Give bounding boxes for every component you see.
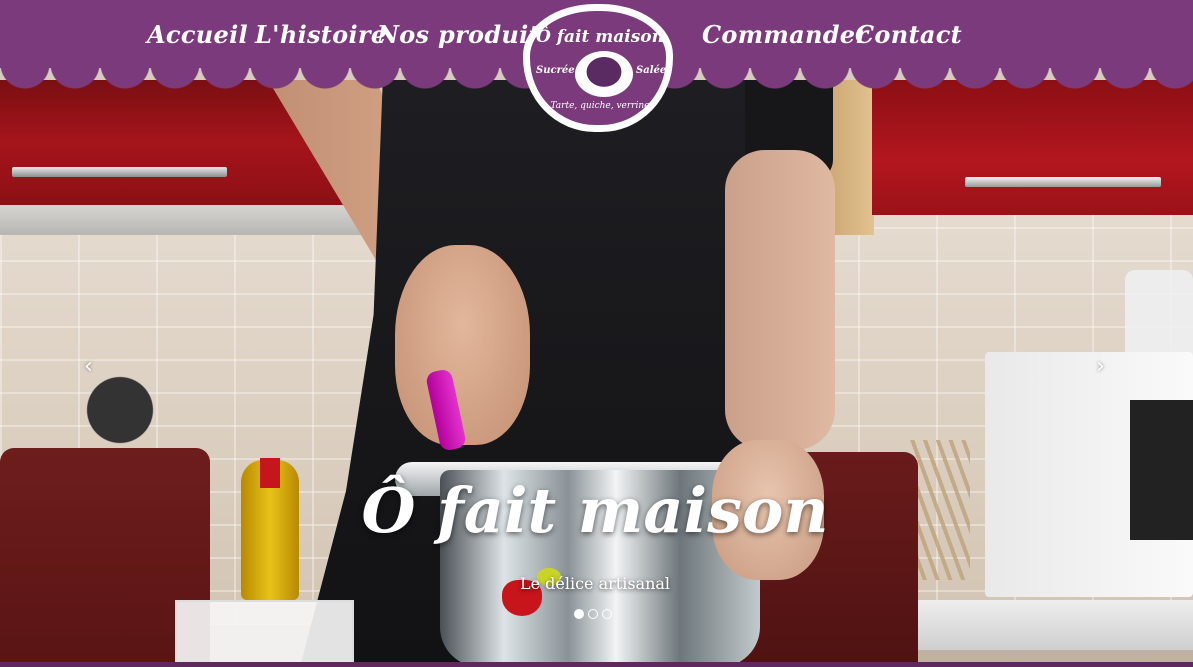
slider-pagination: [574, 609, 612, 619]
slider-dot-1[interactable]: [574, 609, 584, 619]
pie-icon: [575, 51, 633, 97]
slider-dot-3[interactable]: [602, 609, 612, 619]
cabinet-handle: [12, 167, 227, 177]
logo-title: Ô fait maison: [535, 27, 664, 47]
range-hood: [0, 205, 370, 235]
chevron-right-icon: ›: [1096, 354, 1105, 379]
arm-right: [725, 150, 835, 450]
cabinet-handle: [965, 177, 1161, 187]
nav-link-contact[interactable]: Contact: [855, 20, 962, 49]
utensil-holder: [910, 440, 970, 580]
cabinet-right: [872, 80, 1193, 215]
logo-label-salee: Salée: [636, 65, 667, 76]
kitchen-tools: [60, 350, 210, 450]
logo-badge: Ô fait maison Sucrée Salée Tarte, quiche…: [528, 9, 668, 127]
nav-link-accueil[interactable]: Accueil: [147, 20, 248, 49]
nav-link-histoire[interactable]: L'histoire: [255, 20, 386, 49]
bottle-cap: [260, 458, 280, 488]
slider-prev-button[interactable]: ‹: [84, 354, 93, 379]
slider-next-button[interactable]: ›: [1096, 354, 1105, 379]
paper-bag: [1125, 270, 1193, 355]
microwave-window: [1130, 400, 1193, 540]
slide-caption-title: Ô fait maison: [361, 474, 829, 547]
logo-label-sucree: Sucrée: [536, 65, 575, 76]
hand-left: [395, 245, 530, 445]
slider-dot-2[interactable]: [588, 609, 598, 619]
slide-caption-subtitle: Le délice artisanal: [519, 574, 671, 593]
chevron-left-icon: ‹: [84, 354, 93, 379]
counter: [915, 600, 1193, 650]
flour-container: [175, 600, 354, 667]
logo-tagline: Tarte, quiche, verrine: [550, 101, 650, 111]
nav-link-commander[interactable]: Commander: [702, 20, 868, 49]
bottom-border: [0, 662, 1193, 667]
